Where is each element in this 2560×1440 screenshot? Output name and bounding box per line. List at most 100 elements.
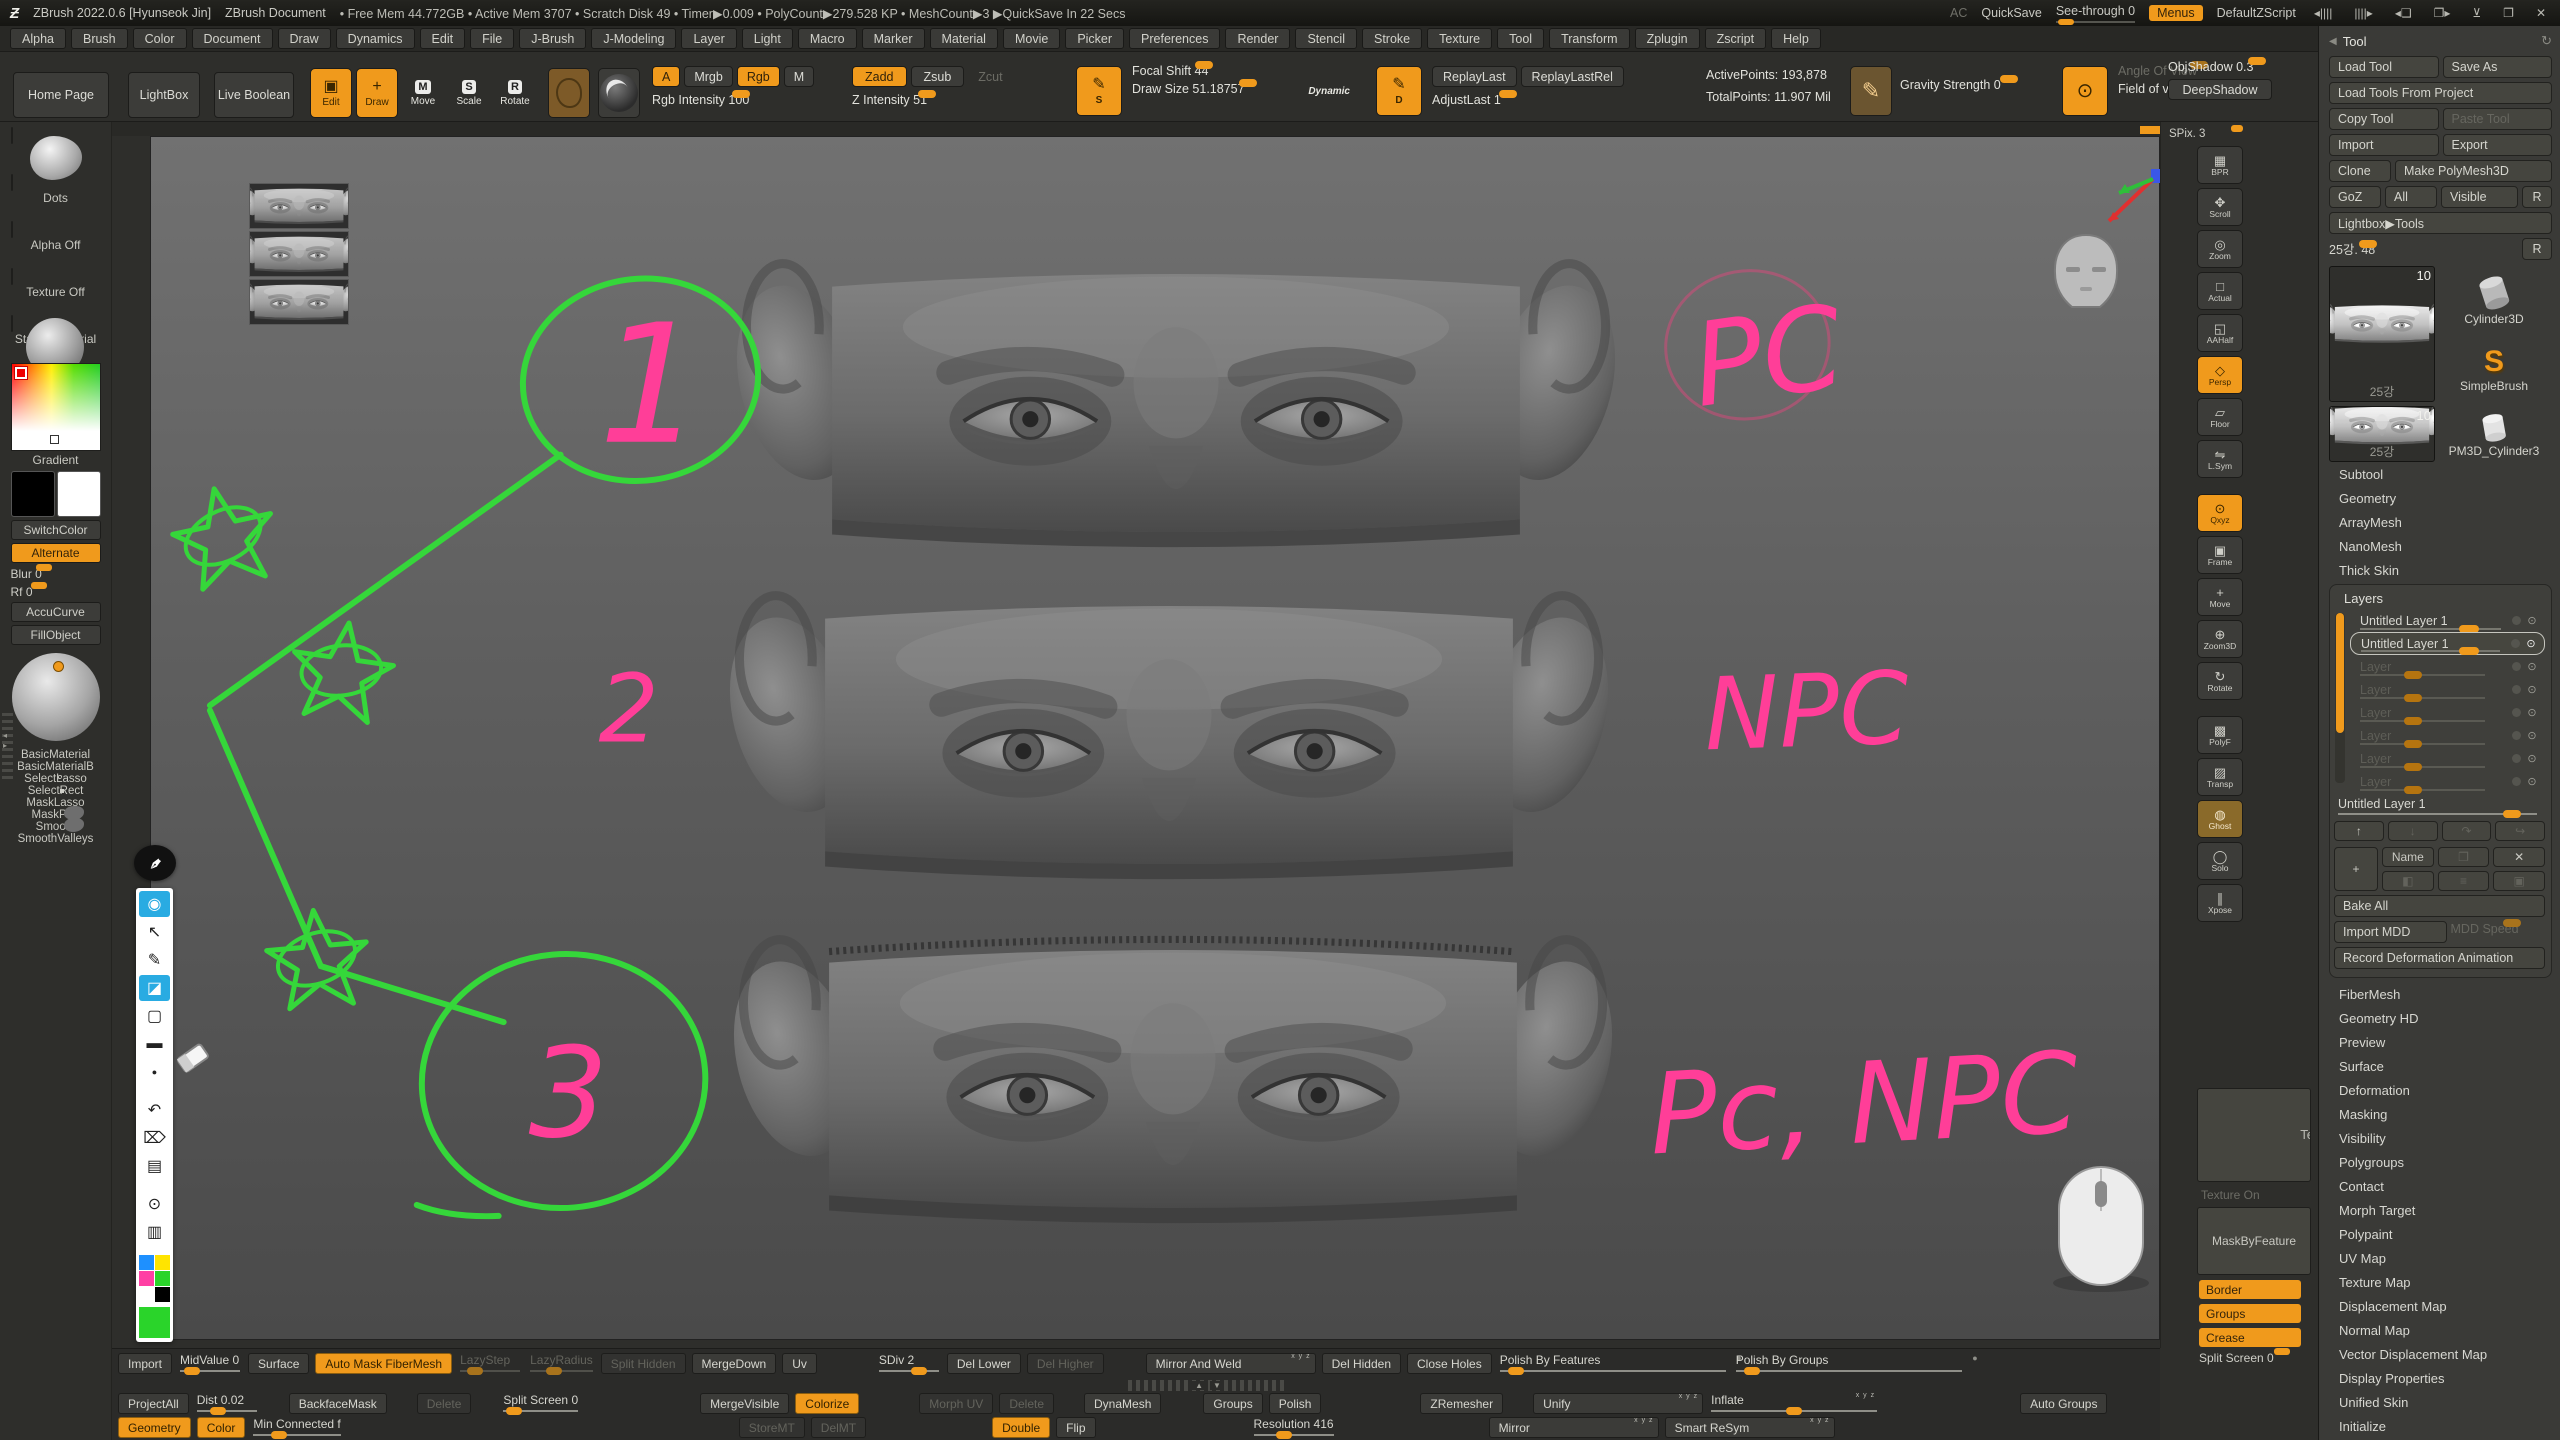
load-tools-from-project-button[interactable]: Load Tools From Project [2329,82,2552,104]
bottom-bar-control[interactable]: Double [992,1417,1050,1438]
view-shelf-button[interactable]: ▱ Floor [2197,398,2243,436]
zcut-button[interactable]: Zcut [968,66,1012,87]
color-picker-selector-2[interactable] [50,435,59,444]
bottom-bar-control[interactable]: Groups [1203,1393,1262,1414]
texture-on-label[interactable]: Texture On [2201,1188,2260,1202]
menu-item[interactable]: Edit [420,28,466,49]
bottom-bar-control[interactable]: Color [197,1417,246,1438]
obj-shadow-slider[interactable]: ObjShadow 0.3 [2168,60,2298,74]
ac-toggle[interactable]: AC [1950,6,1967,20]
main-color-swatch[interactable] [11,471,55,517]
bottom-bar-control[interactable]: Auto Mask FiberMesh [315,1353,452,1374]
lightbox-tools-button[interactable]: Lightbox▶Tools [2329,212,2552,234]
layers-scrollbar[interactable] [2335,613,2345,783]
view-shelf-button[interactable]: ◱ AAHalf [2197,314,2243,352]
layer-intensity-track[interactable] [2360,697,2485,699]
pencil-tool-button[interactable]: ✎ [1850,66,1892,116]
duplicate-layer-icon[interactable]: ❐ [2438,847,2490,867]
expand-panels-icon[interactable]: ||||▸ [2350,6,2377,20]
layer-intensity-track[interactable] [2360,720,2485,722]
menu-item[interactable]: Transform [1549,28,1630,49]
tool-simplebrush[interactable]: S SimpleBrush [2439,336,2549,402]
bottom-bar-control[interactable]: Close Holes [1407,1353,1492,1374]
bottom-bar-control[interactable]: MergeVisible [700,1393,789,1414]
menu-item[interactable]: File [470,28,514,49]
epic-pen-tool[interactable]: ⌦ [139,1125,170,1151]
menus-toggle[interactable]: Menus [2149,5,2203,21]
view-shelf-button[interactable]: ✥ Scroll [2197,188,2243,226]
make-polymesh3d-button[interactable]: Make PolyMesh3D [2395,160,2552,182]
layer-intensity-track[interactable] [2360,628,2501,630]
see-through-slider[interactable]: See-through 0 [2056,4,2135,23]
bottom-bar-control[interactable]: Mirror [1489,1417,1659,1438]
layer-row[interactable]: Layer ⊙ [2350,655,2545,678]
bottom-bar-control[interactable]: Dist 0.02 [195,1393,259,1412]
menu-item[interactable]: Zplugin [1635,28,1700,49]
replay-last-button[interactable]: ReplayLast [1432,66,1517,87]
menu-item[interactable]: Texture [1427,28,1492,49]
menu-item[interactable]: Zscript [1705,28,1767,49]
layer-row[interactable]: Layer ⊙ [2350,678,2545,701]
delete-layer-icon[interactable]: ✕ [2493,847,2545,867]
move-mode-button[interactable]: MMove [402,68,444,118]
adjust-last-slider[interactable]: AdjustLast 1 [1432,93,1552,107]
view-shelf-button[interactable]: + Move [2197,578,2243,616]
epic-pen-tool[interactable]: ▥ [139,1219,170,1245]
bottom-bar-control[interactable]: Colorize [795,1393,859,1414]
tool-section-item[interactable]: UV Map [2329,1246,2552,1270]
mrgb-button[interactable]: Mrgb [684,66,732,87]
view-shelf-button[interactable]: ◯ Solo [2197,842,2243,880]
tool-pm3d-cylinder[interactable]: PM3D_Cylinder3 [2439,406,2549,462]
new-layer-button[interactable]: + [2334,847,2378,891]
import-button[interactable]: Import [2329,134,2439,156]
tool-section-item[interactable]: Display Properties [2329,1366,2552,1390]
draw-mode-button[interactable]: +Draw [356,68,398,118]
view-shelf-button[interactable]: ↻ Rotate [2197,662,2243,700]
view-shelf-button[interactable]: ⊕ Zoom3D [2197,620,2243,658]
tool-section-item[interactable]: Normal Map [2329,1318,2552,1342]
layer-record-icon[interactable] [2512,662,2521,671]
palette-color[interactable] [139,1255,154,1270]
bottom-bar-control[interactable]: Min Connected f [251,1417,342,1436]
tool-section-item[interactable]: Texture Map [2329,1270,2552,1294]
menu-item[interactable]: Help [1771,28,1821,49]
replay-last-rel-button[interactable]: ReplayLastRel [1521,66,1624,87]
layer-record-icon[interactable] [2512,731,2521,740]
tool-cylinder3d[interactable]: Cylinder3D [2439,266,2549,332]
bottom-bar-control[interactable]: Surface [248,1353,309,1374]
tool-section-item[interactable]: ArrayMesh [2329,510,2552,534]
menu-item[interactable]: Marker [862,28,925,49]
left-panel-tile[interactable]: Alpha Off [11,222,101,252]
tool-section-item[interactable]: Surface [2329,1054,2552,1078]
rf-slider[interactable]: Rf 0 [11,585,101,599]
layer-intensity-track[interactable] [2360,789,2485,791]
secondary-color-swatch[interactable] [57,471,101,517]
bottom-bar-control[interactable]: StoreMT [739,1417,805,1438]
head-orientation-widget[interactable] [2044,229,2128,313]
menu-item[interactable]: Picker [1065,28,1124,49]
bottom-bar-control[interactable]: Del Higher [1027,1353,1104,1374]
slider-r-button[interactable]: R [2522,238,2552,260]
layer-eye-icon[interactable]: ⊙ [2525,729,2539,742]
menu-item[interactable]: Tool [1497,28,1544,49]
bottom-bar-control[interactable]: Mirror And Weld [1146,1353,1316,1374]
layer-eye-icon[interactable]: ⊙ [2525,775,2539,788]
tool-section-item[interactable]: Contact [2329,1174,2552,1198]
brush-preset[interactable]: MaskLasso [11,797,101,809]
copy-tool-button[interactable]: Copy Tool [2329,108,2439,130]
view-shelf-button[interactable]: ⊙ Qxyz [2197,494,2243,532]
view-shelf-button[interactable]: ▨ Transp [2197,758,2243,796]
deep-shadow-button[interactable]: DeepShadow [2168,79,2272,100]
menu-item[interactable]: J-Brush [519,28,586,49]
brush-preset[interactable]: SelectLasso [11,773,101,785]
layer-intensity-track[interactable] [2361,650,2500,652]
menu-item[interactable]: Stroke [1362,28,1422,49]
epic-pen-tool[interactable]: ✎ [139,947,170,973]
layer-intensity-track[interactable] [2360,743,2485,745]
zsub-button[interactable]: Zsub [911,66,965,87]
tool-section-item[interactable]: Polygroups [2329,1150,2552,1174]
layer-name-button[interactable]: Name [2382,847,2434,867]
collapse-panel-icon[interactable]: ◀ [2329,36,2337,47]
menu-item[interactable]: Render [1225,28,1290,49]
split-screen-slider[interactable]: Split Screen 0 [2199,1351,2303,1365]
